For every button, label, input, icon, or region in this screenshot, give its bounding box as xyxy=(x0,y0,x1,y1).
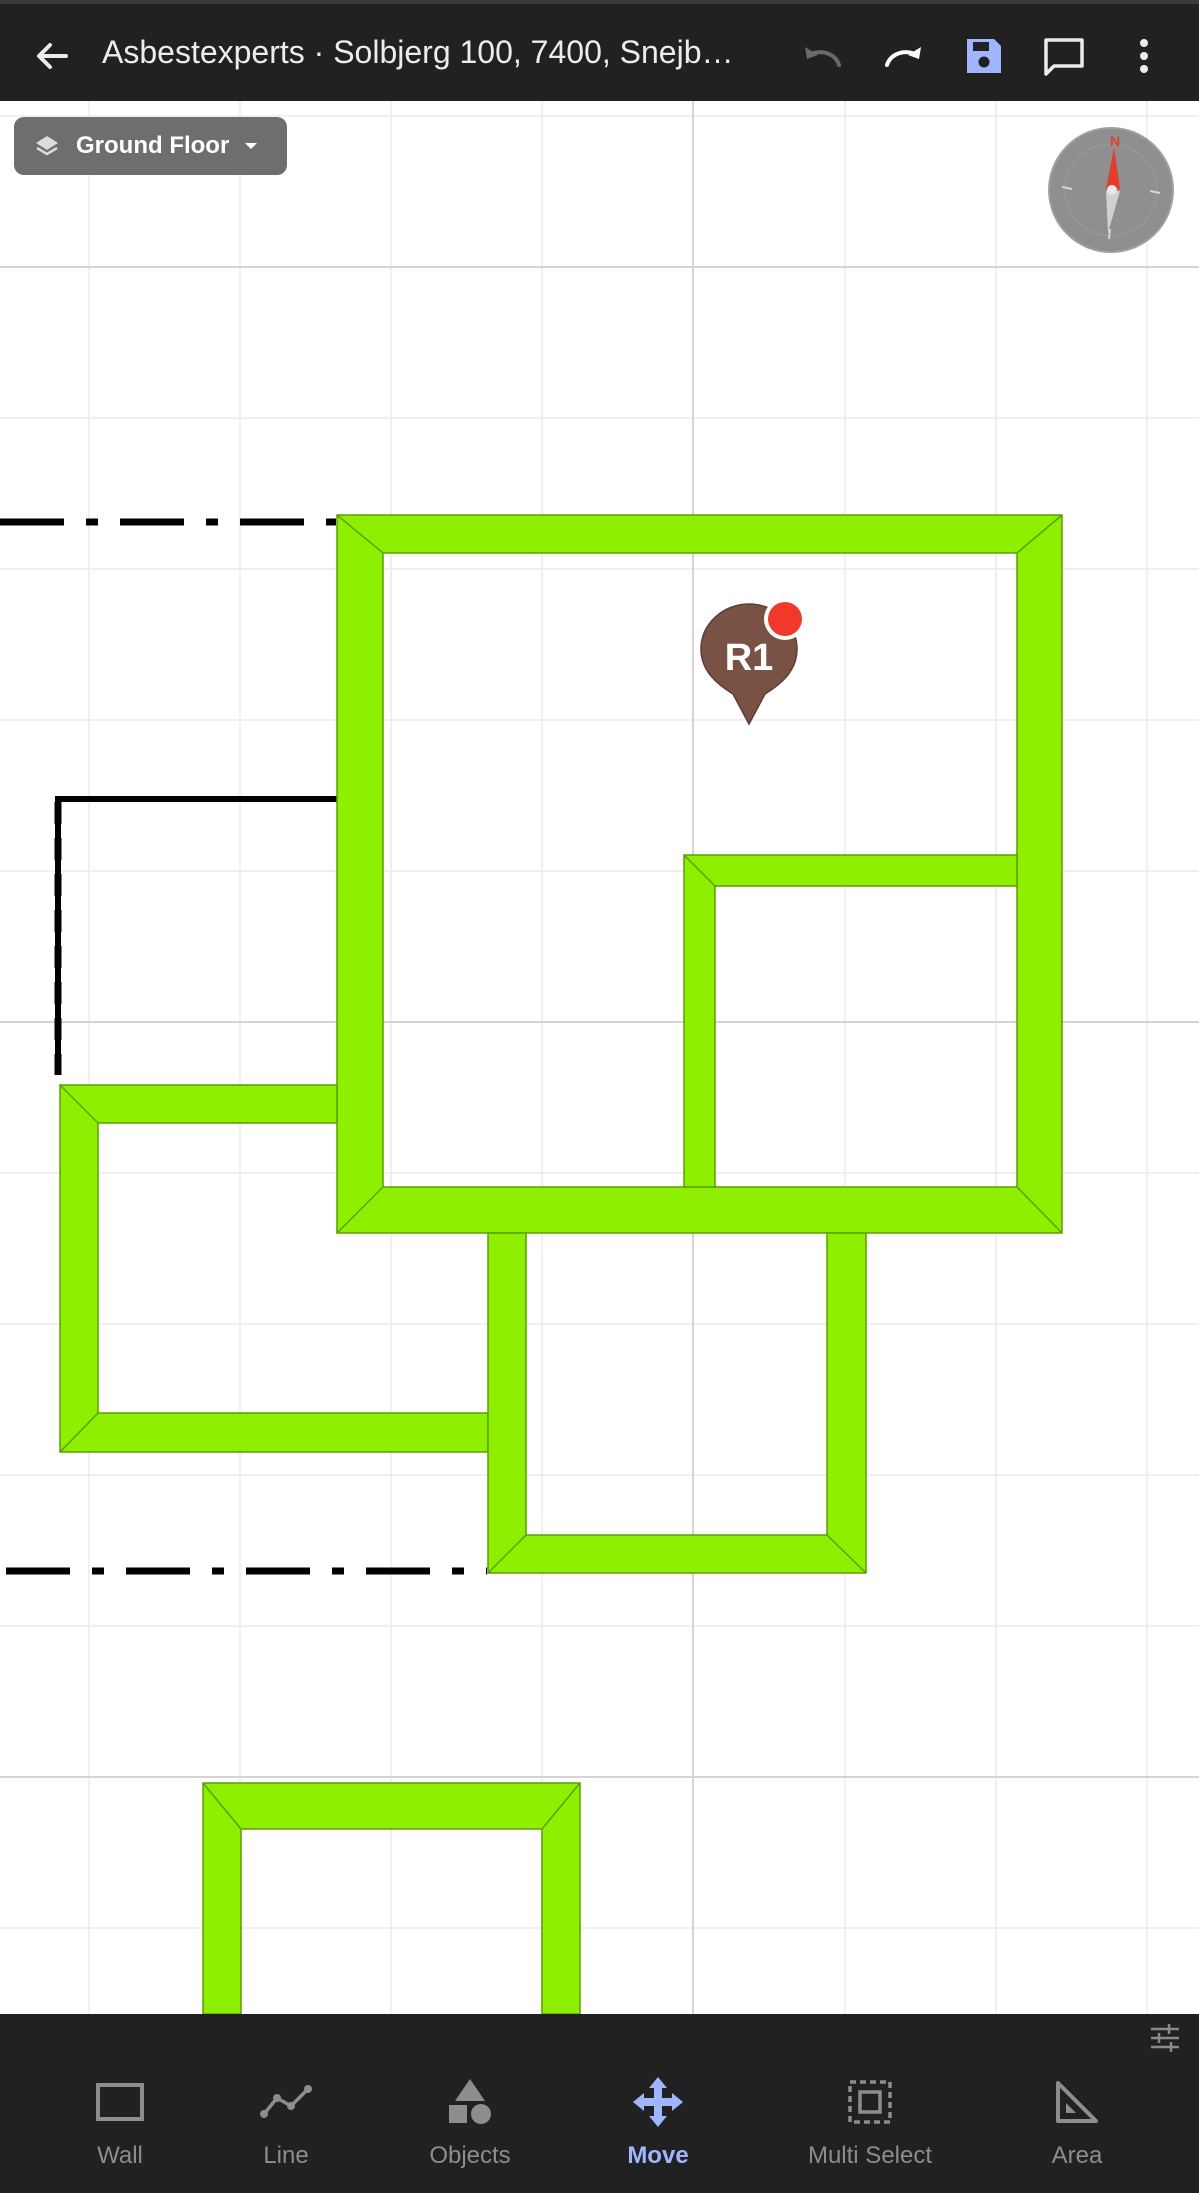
tool-bar: Wall Line Objects Move Multi Select Area xyxy=(0,2014,1199,2193)
tool-area[interactable]: Area xyxy=(992,2074,1162,2184)
room-marker-label: R1 xyxy=(724,637,774,679)
tool-multi-select[interactable]: Multi Select xyxy=(785,2074,955,2184)
redo-icon xyxy=(885,47,921,67)
redo-button[interactable] xyxy=(874,26,934,86)
more-options-button[interactable] xyxy=(1114,26,1174,86)
floor-selector-label: Ground Floor xyxy=(76,132,230,159)
tool-move[interactable]: Move xyxy=(573,2074,743,2184)
wall-rectangle-icon xyxy=(96,2083,144,2121)
tool-wall-label: Wall xyxy=(97,2142,143,2169)
floor-selector[interactable]: Ground Floor xyxy=(14,117,287,175)
save-button[interactable] xyxy=(954,26,1014,86)
layers-icon xyxy=(36,136,58,156)
compass-icon: N xyxy=(1048,127,1174,253)
room-wall-bottom xyxy=(487,1232,867,1574)
caret-down-icon xyxy=(245,143,258,149)
room-marker[interactable]: R1 xyxy=(697,597,812,732)
multi-select-icon xyxy=(848,2080,892,2124)
tool-move-label: Move xyxy=(627,2142,689,2169)
wall-corner-marks xyxy=(59,514,1063,1830)
move-arrows-icon xyxy=(633,2077,683,2127)
comment-icon xyxy=(1044,38,1084,76)
app-bar: Asbestexperts · Solbjerg 100, 7400, Snej… xyxy=(0,0,1199,101)
tool-objects[interactable]: Objects xyxy=(385,2074,555,2184)
walls xyxy=(59,514,1063,2014)
set-square-icon xyxy=(1056,2081,1098,2123)
sliders-icon xyxy=(1151,2024,1179,2052)
tool-line[interactable]: Line xyxy=(201,2074,371,2184)
tool-area-label: Area xyxy=(1051,2142,1103,2169)
tool-objects-label: Objects xyxy=(429,2142,511,2169)
comments-button[interactable] xyxy=(1034,26,1094,86)
back-button[interactable] xyxy=(22,26,82,86)
undo-icon xyxy=(805,47,841,67)
compass-north-label: N xyxy=(1110,133,1120,149)
tool-line-label: Line xyxy=(263,2142,309,2169)
more-vertical-icon xyxy=(1140,39,1148,73)
tool-multi-select-label: Multi Select xyxy=(807,2142,933,2169)
save-icon xyxy=(967,39,1001,73)
polyline-icon xyxy=(260,2085,312,2118)
floor-plan-editor: Asbestexperts · Solbjerg 100, 7400, Snej… xyxy=(0,0,1199,2193)
undo-button[interactable] xyxy=(792,26,852,86)
drawing-canvas[interactable]: Ground Floor N R1 xyxy=(0,101,1199,2014)
room-wall-left xyxy=(59,1084,489,1453)
project-title: Asbestexperts · Solbjerg 100, 7400, Snej… xyxy=(102,34,734,70)
arrow-left-icon xyxy=(37,43,68,69)
shapes-icon xyxy=(449,2079,491,2124)
floor-plan[interactable] xyxy=(0,101,1199,2014)
compass[interactable]: N xyxy=(1048,127,1174,253)
tool-wall[interactable]: Wall xyxy=(35,2074,205,2184)
toolbar-settings-button[interactable] xyxy=(1147,2020,1183,2056)
